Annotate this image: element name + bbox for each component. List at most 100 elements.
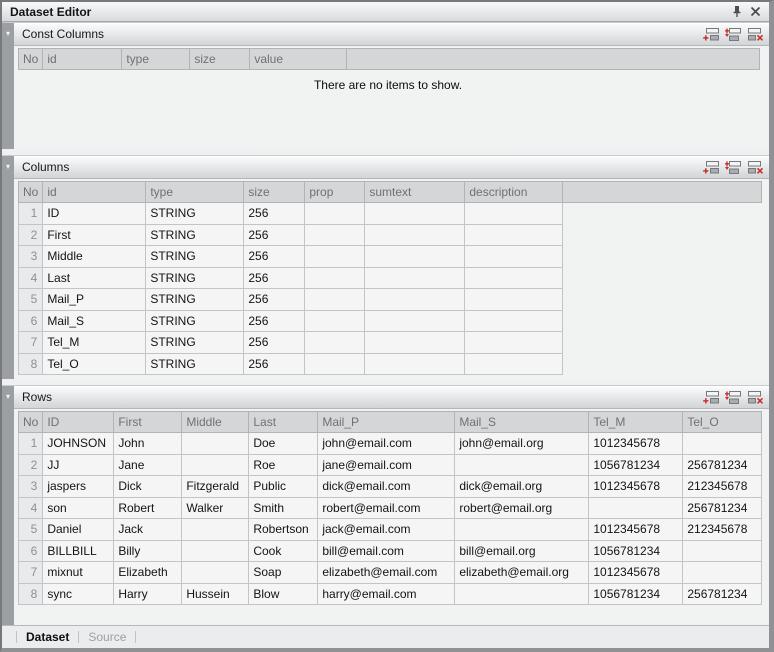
data-cell[interactable] [683, 540, 762, 562]
delete-row-button[interactable] [746, 159, 765, 175]
data-cell[interactable] [365, 332, 465, 354]
row-number-cell[interactable]: 8 [19, 583, 43, 605]
data-cell[interactable] [182, 433, 249, 455]
data-cell[interactable] [305, 267, 365, 289]
data-cell[interactable]: BILLBILL [43, 540, 114, 562]
data-cell[interactable] [589, 497, 683, 519]
data-cell[interactable]: harry@email.com [318, 583, 455, 605]
data-cell[interactable]: STRING [146, 310, 244, 332]
data-cell[interactable] [455, 519, 589, 541]
row-number-cell[interactable]: 4 [19, 497, 43, 519]
column-header[interactable]: Middle [182, 412, 249, 433]
column-header[interactable]: Tel_O [683, 412, 762, 433]
data-cell[interactable]: STRING [146, 246, 244, 268]
data-cell[interactable] [305, 246, 365, 268]
data-cell[interactable]: 1056781234 [589, 454, 683, 476]
data-cell[interactable]: Middle [43, 246, 146, 268]
data-cell[interactable]: JOHNSON [43, 433, 114, 455]
insert-row-button[interactable] [724, 389, 743, 405]
column-header[interactable]: No [19, 182, 43, 203]
data-cell[interactable] [465, 267, 563, 289]
data-cell[interactable]: 1056781234 [589, 540, 683, 562]
column-header[interactable]: Mail_S [455, 412, 589, 433]
column-header[interactable]: size [190, 49, 250, 70]
data-cell[interactable] [465, 203, 563, 225]
data-cell[interactable]: 1012345678 [589, 519, 683, 541]
data-cell[interactable]: bill@email.com [318, 540, 455, 562]
add-row-button[interactable] [702, 26, 721, 42]
data-cell[interactable] [465, 332, 563, 354]
column-header[interactable]: sumtext [365, 182, 465, 203]
data-cell[interactable]: Hussein [182, 583, 249, 605]
data-cell[interactable]: Elizabeth [114, 562, 182, 584]
data-cell[interactable] [365, 224, 465, 246]
data-cell[interactable]: 256 [244, 289, 305, 311]
data-cell[interactable]: 212345678 [683, 476, 762, 498]
data-cell[interactable]: 256 [244, 203, 305, 225]
row-number-cell[interactable]: 3 [19, 246, 43, 268]
column-header[interactable]: value [250, 49, 347, 70]
row-number-cell[interactable]: 2 [19, 224, 43, 246]
data-cell[interactable]: jaspers [43, 476, 114, 498]
data-cell[interactable]: 212345678 [683, 519, 762, 541]
row-number-cell[interactable]: 1 [19, 433, 43, 455]
row-number-cell[interactable]: 7 [19, 562, 43, 584]
delete-row-button[interactable] [746, 389, 765, 405]
delete-row-button[interactable] [746, 26, 765, 42]
data-cell[interactable]: 1012345678 [589, 433, 683, 455]
tab-dataset[interactable]: Dataset [26, 630, 69, 644]
data-cell[interactable] [683, 562, 762, 584]
data-cell[interactable] [182, 540, 249, 562]
data-cell[interactable]: Robertson [249, 519, 318, 541]
data-cell[interactable]: Robert [114, 497, 182, 519]
column-header[interactable]: No [19, 412, 43, 433]
row-number-cell[interactable]: 8 [19, 353, 43, 375]
data-cell[interactable]: Billy [114, 540, 182, 562]
data-cell[interactable]: Roe [249, 454, 318, 476]
row-number-cell[interactable]: 1 [19, 203, 43, 225]
data-cell[interactable]: 256 [244, 353, 305, 375]
data-cell[interactable]: dick@email.com [318, 476, 455, 498]
column-header[interactable]: prop [305, 182, 365, 203]
data-cell[interactable]: STRING [146, 224, 244, 246]
insert-row-button[interactable] [724, 159, 743, 175]
data-cell[interactable]: Blow [249, 583, 318, 605]
data-cell[interactable]: son [43, 497, 114, 519]
column-header[interactable]: Tel_M [589, 412, 683, 433]
data-cell[interactable]: jane@email.com [318, 454, 455, 476]
data-cell[interactable] [305, 310, 365, 332]
collapse-gutter-columns[interactable]: ▾ [2, 156, 14, 379]
row-number-cell[interactable]: 5 [19, 289, 43, 311]
data-cell[interactable] [305, 203, 365, 225]
column-header[interactable]: Last [249, 412, 318, 433]
collapse-gutter-rows[interactable]: ▾ [2, 386, 14, 625]
data-cell[interactable]: 256 [244, 246, 305, 268]
data-cell[interactable]: 256 [244, 310, 305, 332]
add-row-button[interactable] [702, 389, 721, 405]
row-number-cell[interactable]: 5 [19, 519, 43, 541]
data-cell[interactable]: john@email.com [318, 433, 455, 455]
data-cell[interactable] [455, 583, 589, 605]
data-cell[interactable]: Cook [249, 540, 318, 562]
data-cell[interactable]: Fitzgerald [182, 476, 249, 498]
data-cell[interactable]: STRING [146, 203, 244, 225]
column-header[interactable]: No [19, 49, 43, 70]
row-number-cell[interactable]: 4 [19, 267, 43, 289]
column-header[interactable]: ID [43, 412, 114, 433]
column-header[interactable]: type [146, 182, 244, 203]
data-cell[interactable]: 256 [244, 332, 305, 354]
data-cell[interactable]: dick@email.org [455, 476, 589, 498]
data-cell[interactable] [365, 353, 465, 375]
data-cell[interactable]: Jane [114, 454, 182, 476]
row-number-cell[interactable]: 2 [19, 454, 43, 476]
data-cell[interactable]: Public [249, 476, 318, 498]
tab-source[interactable]: Source [88, 630, 126, 644]
column-header[interactable]: description [465, 182, 563, 203]
data-cell[interactable] [365, 310, 465, 332]
data-cell[interactable]: Tel_O [43, 353, 146, 375]
data-cell[interactable]: Harry [114, 583, 182, 605]
data-cell[interactable]: elizabeth@email.com [318, 562, 455, 584]
data-cell[interactable] [182, 562, 249, 584]
data-cell[interactable] [465, 289, 563, 311]
data-cell[interactable]: sync [43, 583, 114, 605]
